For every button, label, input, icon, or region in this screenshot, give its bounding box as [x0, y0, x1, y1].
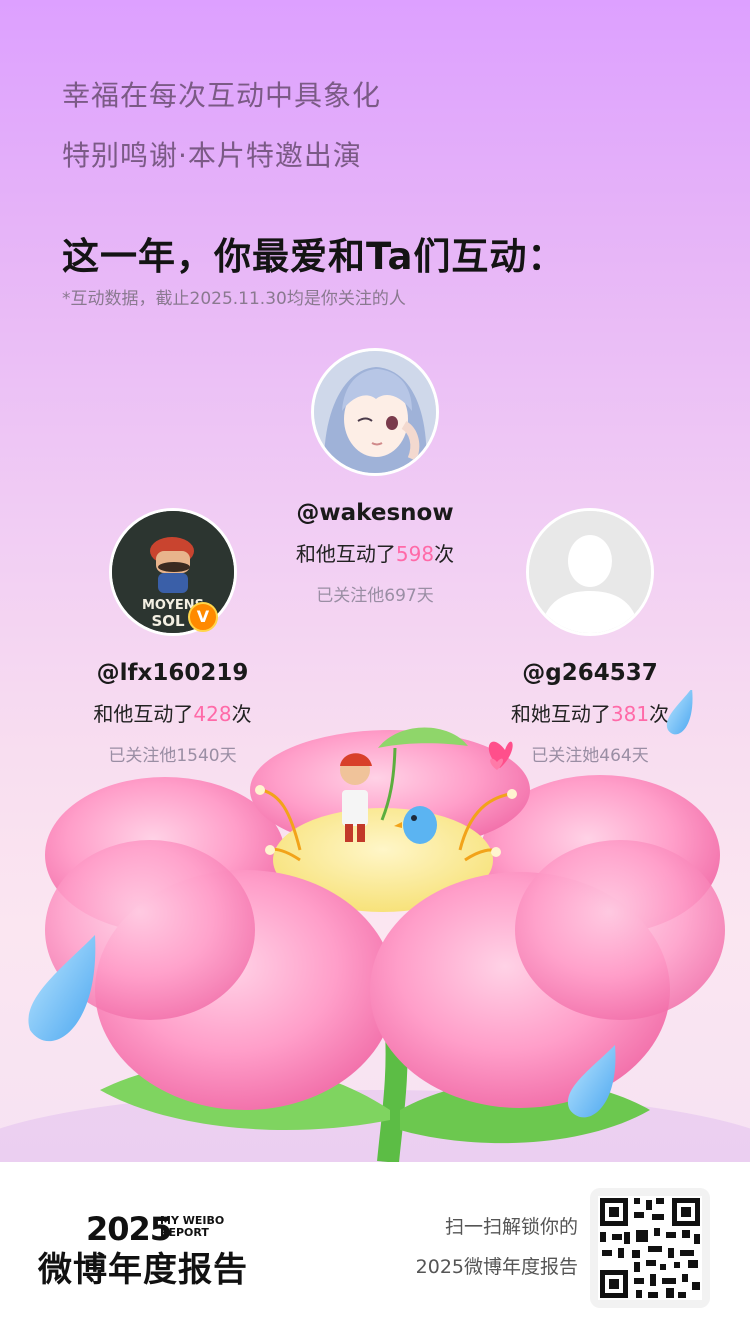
interaction-count: 598 — [395, 542, 435, 566]
scan-prompt-line-1: 扫一扫解锁你的 — [444, 1216, 578, 1238]
default-user-avatar-icon — [529, 511, 651, 633]
scan-prompt-line-2: 2025微博年度报告 — [415, 1256, 578, 1278]
avatar-logo-text-2: SOL — [151, 612, 185, 630]
thanks-line: 特别鸣谢·本片特邀出演 — [62, 139, 362, 172]
report-logo-tagline: MY WEIBO REPORT — [160, 1215, 224, 1239]
footer: 2025 MY WEIBO REPORT 微博年度报告 扫一扫解锁你的 2025… — [0, 1162, 750, 1334]
data-note: *互动数据，截止2025.11.30均是你关注的人 — [62, 289, 406, 309]
friend-handle[interactable]: @g264537 — [485, 660, 695, 686]
interaction-count-line: 和他互动了598次 — [280, 538, 470, 567]
count-prefix: 和他互动了 — [295, 542, 396, 566]
anime-girl-avatar-icon — [314, 351, 436, 473]
page-title: 这一年，你最爱和Ta们互动： — [62, 235, 566, 278]
friend-handle[interactable]: @lfx160219 — [55, 660, 290, 686]
report-poster: 幸福在每次互动中具象化 特别鸣谢·本片特邀出演 这一年，你最爱和Ta们互动： *… — [0, 0, 750, 1162]
qr-code[interactable] — [590, 1188, 710, 1308]
logo-report: REPORT — [160, 1226, 209, 1239]
flower-illustration — [0, 690, 750, 1162]
avatar[interactable] — [526, 508, 654, 636]
intro-line: 幸福在每次互动中具象化 — [62, 79, 382, 112]
friend-handle[interactable]: @wakesnow — [280, 500, 470, 526]
verified-badge-icon: V — [188, 602, 218, 632]
report-logo-title: 微博年度报告 — [38, 1250, 248, 1290]
friend-card-1[interactable]: @wakesnow 和他互动了598次 已关注他697天 — [280, 348, 470, 606]
avatar[interactable] — [311, 348, 439, 476]
count-suffix: 次 — [434, 542, 455, 566]
qr-code-icon — [598, 1196, 702, 1300]
follow-days: 已关注他697天 — [316, 586, 434, 606]
